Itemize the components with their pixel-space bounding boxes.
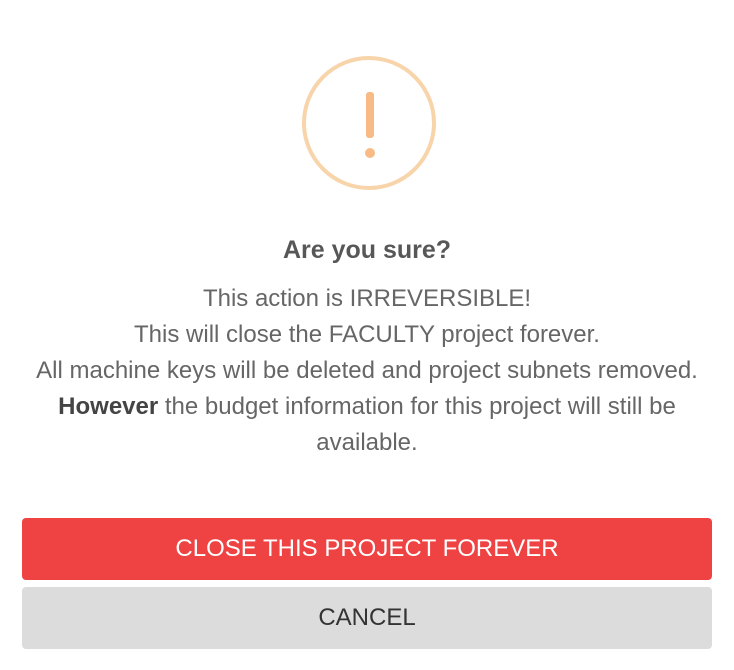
cancel-button[interactable]: CANCEL [22,587,712,649]
dialog-title: Are you sure? [282,236,452,264]
warning-icon [302,56,436,190]
message-line: This action is IRREVERSIBLE! [202,285,532,312]
confirm-dialog: Are you sure? This action is IRREVERSIBL… [0,0,734,670]
close-project-forever-button[interactable]: CLOSE THIS PROJECT FOREVER [22,518,712,580]
message-bold-text: However [58,393,159,420]
message-line: All machine keys will be deleted and pro… [36,357,698,384]
message-text: the budget information for this project … [158,393,676,456]
warning-exclamation-bar [366,92,374,138]
message-line: However the budget information for this … [30,389,704,461]
warning-exclamation-dot [365,148,375,158]
message-line: This will close the FACULTY project fore… [134,321,600,348]
dialog-message: This action is IRREVERSIBLE! This will c… [30,281,704,461]
